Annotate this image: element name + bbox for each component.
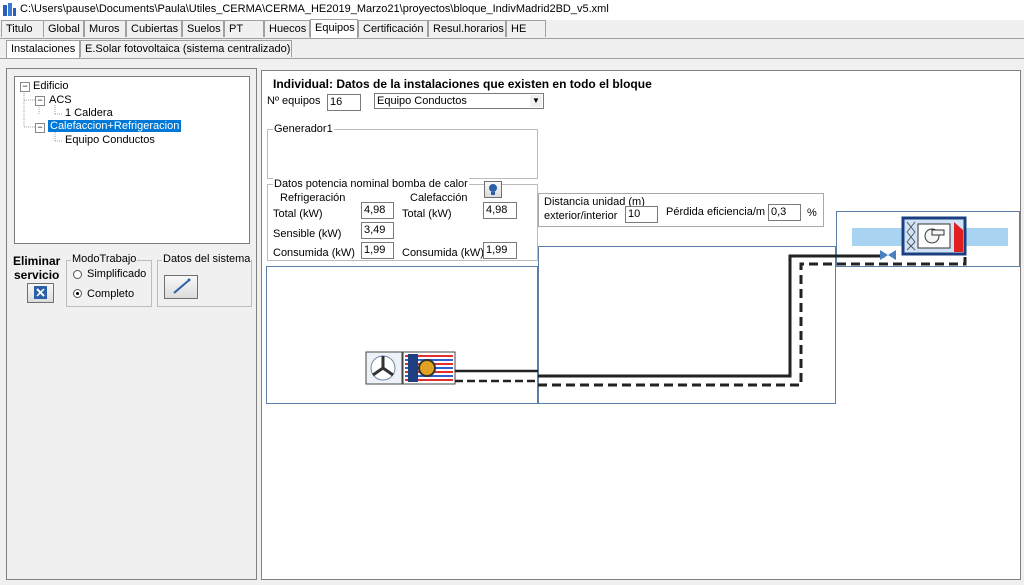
tab-pt[interactable]: PT (224, 20, 264, 37)
servicio-label: servicio (14, 268, 60, 282)
tab-equipos[interactable]: Equipos (310, 19, 358, 38)
page-heading: Individual: Datos de la instalaciones qu… (273, 77, 652, 91)
consumida-refrig-input[interactable]: 1,99 (361, 242, 394, 259)
expand-acs-icon[interactable]: − (35, 96, 45, 106)
datos-sistema-button[interactable] (164, 275, 198, 299)
consumida-refrig-label: Consumida (kW) (273, 247, 355, 259)
generador-group (267, 129, 538, 179)
tree-item-edificio[interactable]: Edificio (33, 80, 68, 92)
tab-he[interactable]: HE (506, 20, 546, 37)
radio-completo[interactable] (73, 289, 82, 298)
chevron-down-icon[interactable]: ▼ (530, 95, 542, 107)
expand-calefaccion-icon[interactable]: − (35, 123, 45, 133)
tab-muros[interactable]: Muros (84, 20, 126, 37)
exterior-interior-label: exterior/interior (544, 210, 618, 222)
indoor-unit-frame (836, 211, 1020, 267)
installations-tree[interactable]: − Edificio − ACS 1 Caldera − Calefaccion… (14, 76, 250, 244)
tab-resul-horarios[interactable]: Resul.horarios (428, 20, 506, 37)
n-equipos-label: Nº equipos (267, 95, 321, 107)
tree-item-caldera[interactable]: 1 Caldera (65, 107, 113, 119)
tab-certificacion[interactable]: Certificación (358, 20, 428, 37)
radio-simplificado-label: Simplificado (87, 268, 147, 280)
refrigeracion-label: Refrigeración (280, 192, 346, 204)
tab-suelos[interactable]: Suelos (182, 20, 224, 37)
title-bar: C:\Users\pause\Documents\Paula\Utiles_CE… (0, 0, 1024, 20)
consumida-calef-input[interactable]: 1,99 (483, 242, 517, 259)
n-equipos-input[interactable]: 16 (327, 94, 361, 111)
delete-service-icon (34, 286, 47, 299)
calefaccion-label: Calefacción (410, 192, 468, 204)
window-title: C:\Users\pause\Documents\Paula\Utiles_CE… (20, 3, 609, 15)
pipe-run-frame (538, 246, 836, 404)
equipo-select[interactable]: Equipo Conductos ▼ (374, 93, 544, 109)
sub-tab-strip: Instalaciones E.Solar fotovoltaica (sist… (0, 40, 1024, 59)
subtab-solar-fotovoltaica[interactable]: E.Solar fotovoltaica (sistema centraliza… (80, 40, 292, 57)
perdida-label: Pérdida eficiencia/m (666, 206, 766, 218)
total-calef-input[interactable]: 4,98 (483, 202, 517, 219)
sensible-input[interactable]: 3,49 (361, 222, 394, 239)
perdida-unit: % (807, 207, 817, 219)
eliminar-label: Eliminar (13, 254, 61, 268)
subtab-instalaciones[interactable]: Instalaciones (6, 40, 80, 59)
consumida-calef-label: Consumida (kW) (402, 247, 484, 259)
datos-sistema-title: Datos del sistema (162, 253, 252, 265)
total-refrig-input[interactable]: 4,98 (361, 202, 394, 219)
tab-cubiertas[interactable]: Cubiertas (126, 20, 182, 37)
info-button[interactable] (484, 181, 502, 198)
radio-simplificado[interactable] (73, 270, 82, 279)
radio-completo-label: Completo (87, 288, 135, 300)
app-icon (3, 3, 16, 16)
subtab-divider (0, 58, 1024, 59)
eliminar-servicio-button[interactable] (27, 283, 54, 303)
equipo-select-value: Equipo Conductos (377, 95, 467, 107)
modo-trabajo-title: ModoTrabajo (71, 253, 138, 265)
total-refrig-label: Total (kW) (273, 208, 323, 220)
lightbulb-icon (489, 184, 497, 195)
main-tab-strip: Titulo Global Muros Cubiertas Suelos PT … (0, 19, 1024, 38)
outdoor-unit-frame (266, 266, 538, 404)
potencia-title: Datos potencia nominal bomba de calor (273, 178, 469, 190)
tree-item-acs[interactable]: ACS (49, 94, 72, 106)
distancia-input[interactable]: 10 (625, 206, 658, 223)
expand-edificio-icon[interactable]: − (20, 82, 30, 92)
wand-icon (173, 278, 191, 294)
tree-item-calefaccion-refrigeracion[interactable]: Calefaccion+Refrigeracion (48, 120, 182, 132)
generador-title: Generador1 (273, 123, 334, 135)
tab-global[interactable]: Global (43, 20, 84, 37)
sensible-label: Sensible (kW) (273, 228, 342, 240)
perdida-input[interactable]: 0,3 (768, 204, 801, 221)
tab-huecos[interactable]: Huecos (264, 20, 310, 37)
tree-item-equipo-conductos[interactable]: Equipo Conductos (65, 134, 155, 146)
radio-completo-dot (76, 292, 79, 295)
total-calef-label: Total (kW) (402, 208, 452, 220)
tab-divider (0, 38, 1024, 39)
